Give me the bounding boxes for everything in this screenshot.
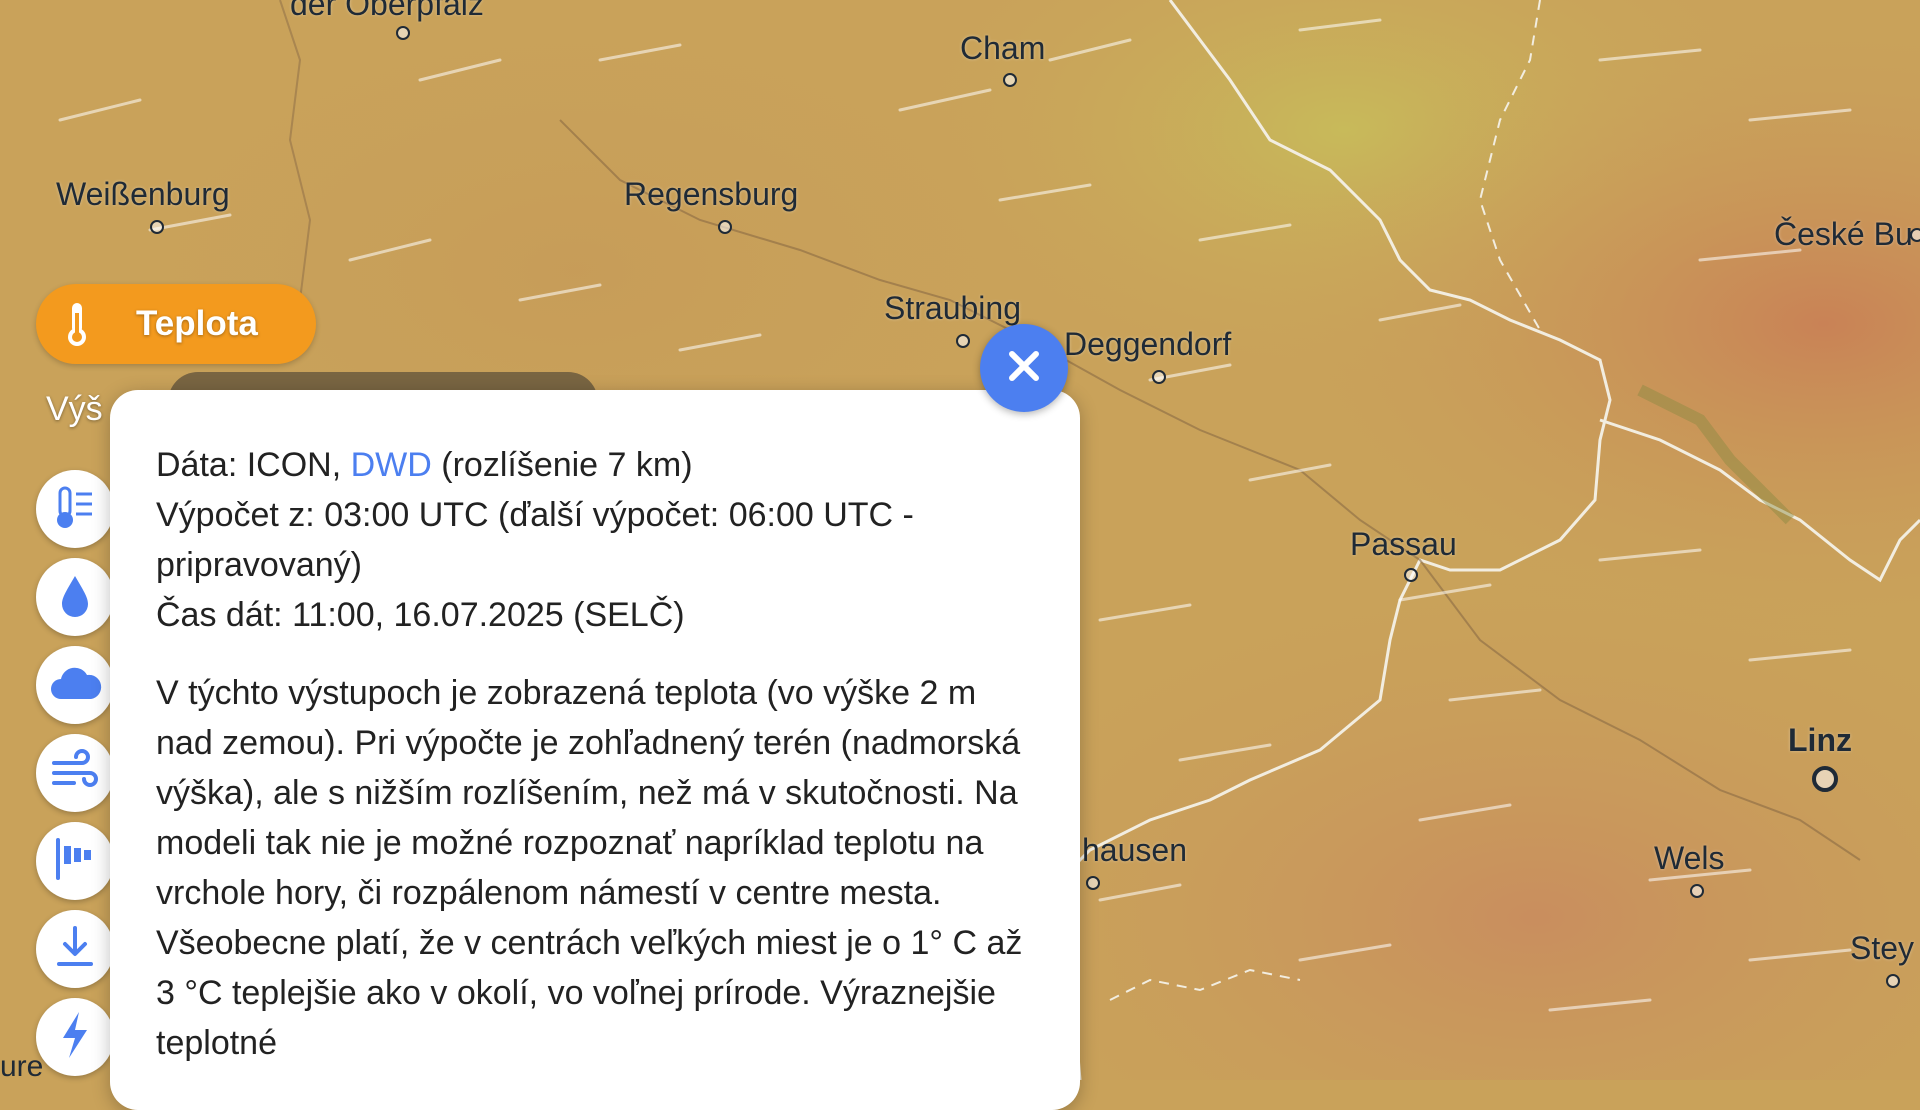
city-marker — [150, 220, 164, 234]
close-button[interactable] — [980, 324, 1068, 412]
city-label: Wels — [1654, 840, 1725, 876]
city-marker — [396, 26, 410, 40]
city-label: Stey — [1850, 930, 1915, 966]
data-source-line: Dáta: ICON, DWD (rozlíšenie 7 km) — [156, 440, 1034, 490]
city-marker — [1404, 568, 1418, 582]
model-meta: Dáta: ICON, DWD (rozlíšenie 7 km) Výpoče… — [156, 440, 1034, 640]
city-label: Linz — [1788, 722, 1852, 758]
data-source-suffix: (rozlíšenie 7 km) — [431, 446, 693, 484]
lightning-layer-button[interactable] — [36, 998, 114, 1076]
height-label: Výš — [46, 390, 103, 428]
city-label: České Bu — [1774, 216, 1913, 252]
city-marker — [1690, 884, 1704, 898]
thermometer-icon — [38, 285, 116, 363]
calculation-line: Výpočet z: 03:00 UTC (ďalší výpočet: 06:… — [156, 496, 914, 584]
drop-icon — [55, 570, 95, 625]
city-label: der Oberpfalz — [290, 0, 484, 22]
city-label: Deggendorf — [1064, 326, 1232, 362]
city-marker — [1812, 766, 1838, 792]
wind-layer-button[interactable] — [36, 734, 114, 812]
cloud-icon — [47, 663, 103, 708]
download-icon — [53, 924, 97, 975]
city-marker — [1886, 974, 1900, 988]
city-label: Regensburg — [624, 176, 799, 212]
city-marker — [1003, 73, 1017, 87]
dwd-link[interactable]: DWD — [351, 446, 432, 484]
city-label: Cham — [960, 30, 1046, 66]
city-marker — [1152, 370, 1166, 384]
city-marker — [1910, 228, 1920, 242]
precipitation-layer-button[interactable] — [36, 558, 114, 636]
city-label: hausen — [1082, 832, 1187, 868]
wind-icon — [50, 748, 100, 798]
city-label: Weißenburg — [56, 176, 230, 212]
city-label: ure — [0, 1050, 44, 1083]
city-label: Passau — [1350, 526, 1457, 562]
layer-selector-button[interactable]: Teplota — [36, 284, 316, 364]
wind-gust-icon — [50, 836, 100, 887]
data-time-line: Čas dát: 11:00, 16.07.2025 (SELČ) — [156, 596, 685, 634]
data-source-prefix: Dáta: ICON, — [156, 446, 351, 484]
layer-description: V týchto výstupoch je zobrazená teplota … — [156, 674, 1023, 1062]
lightning-icon — [57, 1010, 93, 1065]
city-marker — [718, 220, 732, 234]
temperature-layer-button[interactable] — [36, 470, 114, 548]
temperature-list-icon — [50, 482, 100, 537]
layer-label: Teplota — [136, 304, 258, 343]
city-marker — [956, 334, 970, 348]
download-button[interactable] — [36, 910, 114, 988]
cloud-layer-button[interactable] — [36, 646, 114, 724]
wind-gust-layer-button[interactable] — [36, 822, 114, 900]
close-icon — [1004, 346, 1044, 391]
model-info-panel: Dáta: ICON, DWD (rozlíšenie 7 km) Výpoče… — [110, 390, 1080, 1110]
city-label: Straubing — [884, 290, 1021, 326]
city-marker — [1086, 876, 1100, 890]
